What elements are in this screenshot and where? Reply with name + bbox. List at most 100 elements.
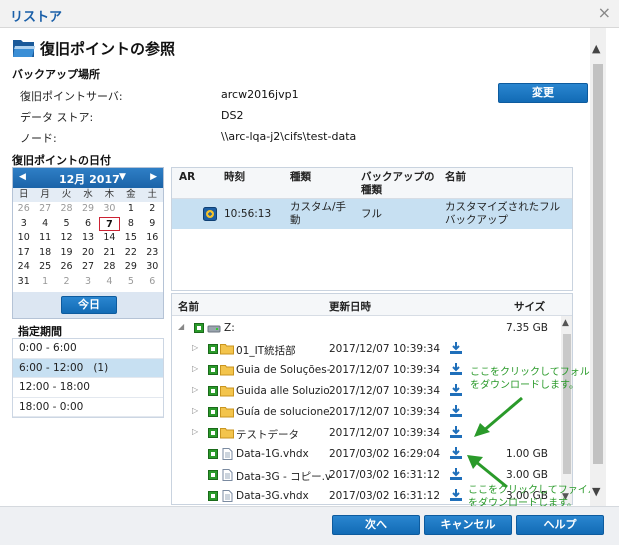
calendar-day[interactable]: 26 [13, 202, 34, 217]
row-checkbox[interactable] [208, 491, 218, 501]
calendar-day[interactable]: 31 [13, 275, 34, 290]
download-icon[interactable] [449, 404, 463, 418]
tree-row[interactable]: ▷ 01_IT統括部 2017/12/07 10:39:34 [172, 339, 560, 360]
prev-month-icon[interactable]: ◀ [19, 172, 26, 182]
calendar-day[interactable]: 4 [34, 217, 55, 232]
weekday-label: 日 [18, 189, 29, 200]
calendar-day[interactable]: 4 [99, 275, 120, 290]
dialog-scroll-thumb[interactable] [593, 64, 603, 464]
calendar-day[interactable]: 6 [77, 217, 98, 232]
item-modified: 2017/03/02 16:31:12 [329, 469, 441, 481]
tree-scrollbar[interactable]: ▲ ▼ [561, 316, 572, 504]
download-icon[interactable] [449, 383, 463, 397]
scroll-up-icon[interactable]: ▲ [592, 42, 600, 55]
calendar-day[interactable]: 14 [99, 231, 120, 246]
calendar-day[interactable]: 22 [120, 246, 141, 261]
period-item[interactable]: 0:00 - 6:00 [13, 339, 163, 359]
root-checkbox[interactable] [194, 323, 204, 333]
calendar-day[interactable]: 1 [34, 275, 55, 290]
calendar-day[interactable]: 27 [34, 202, 55, 217]
download-icon[interactable] [449, 488, 463, 502]
scroll-up-icon[interactable]: ▲ [562, 318, 569, 328]
calendar-day[interactable]: 23 [142, 246, 163, 261]
calendar-day[interactable]: 5 [120, 275, 141, 290]
close-icon[interactable]: × [598, 3, 611, 22]
root-size: 7.35 GB [505, 322, 548, 334]
download-icon[interactable] [449, 446, 463, 460]
tree-scroll-thumb[interactable] [563, 334, 571, 474]
calendar-day[interactable]: 25 [34, 260, 55, 275]
calendar-day[interactable]: 9 [142, 217, 163, 232]
calendar-day[interactable]: 28 [56, 202, 77, 217]
calendar-day[interactable]: 26 [56, 260, 77, 275]
item-modified: 2017/12/07 10:39:34 [329, 343, 441, 355]
calendar-day[interactable]: 30 [142, 260, 163, 275]
expand-icon[interactable]: ▷ [192, 364, 198, 373]
row-checkbox[interactable] [208, 428, 218, 438]
calendar-day[interactable]: 18 [34, 246, 55, 261]
calendar-day[interactable]: 16 [142, 231, 163, 246]
calendar-day[interactable]: 3 [77, 275, 98, 290]
calendar-day[interactable]: 3 [13, 217, 34, 232]
download-icon[interactable] [449, 425, 463, 439]
cancel-button[interactable]: キャンセル [424, 515, 512, 535]
calendar-day[interactable]: 13 [77, 231, 98, 246]
calendar-day[interactable]: 8 [120, 217, 141, 232]
row-checkbox[interactable] [208, 470, 218, 480]
table-row[interactable]: 10:56:13 カスタム/手 動 フル カスタマイズされたフル バックアップ [172, 199, 572, 229]
row-checkbox[interactable] [208, 449, 218, 459]
item-name: Data-3G - コピー.v [236, 471, 330, 483]
folder-open-icon [13, 40, 35, 57]
calendar-month-label[interactable]: 12月 2017 [59, 171, 120, 187]
calendar-day[interactable]: 15 [120, 231, 141, 246]
today-button[interactable]: 今日 [61, 296, 117, 314]
node-value: \\arc-lqa-j2\cifs\test-data [221, 130, 357, 143]
tree-root-row[interactable]: ◢ Z: 7.35 GB [172, 318, 560, 339]
calendar-day[interactable]: 11 [34, 231, 55, 246]
expand-icon[interactable]: ▷ [192, 343, 198, 352]
calendar-day[interactable]: 2 [56, 275, 77, 290]
calendar-day[interactable]: 12 [56, 231, 77, 246]
expand-icon[interactable]: ▷ [192, 406, 198, 415]
calendar-day[interactable]: 28 [99, 260, 120, 275]
window-title: リストア [10, 10, 63, 25]
dialog-scrollbar[interactable]: ▲ ▼ [590, 28, 606, 506]
calendar-day[interactable]: 29 [77, 202, 98, 217]
row-checkbox[interactable] [208, 407, 218, 417]
calendar-day[interactable]: 10 [13, 231, 34, 246]
calendar-day[interactable]: 1 [120, 202, 141, 217]
expand-icon[interactable]: ▷ [192, 427, 198, 436]
period-item[interactable]: 12:00 - 18:00 [13, 378, 163, 398]
calendar-day[interactable]: 20 [77, 246, 98, 261]
next-month-icon[interactable]: ▶ [150, 172, 157, 182]
help-button[interactable]: ヘルプ [516, 515, 604, 535]
calendar-day[interactable]: 30 [99, 202, 120, 217]
calendar-day[interactable]: 27 [77, 260, 98, 275]
row-checkbox[interactable] [208, 344, 218, 354]
collapse-icon[interactable]: ◢ [178, 322, 184, 331]
calendar-day[interactable]: 19 [56, 246, 77, 261]
next-button[interactable]: 次へ [332, 515, 420, 535]
datastore-value: DS2 [221, 109, 244, 122]
period-item[interactable]: 6:00 - 12:00 (1) [13, 358, 163, 378]
row-checkbox[interactable] [208, 365, 218, 375]
download-icon[interactable] [449, 362, 463, 376]
calendar-day[interactable]: 5 [56, 217, 77, 232]
change-button[interactable]: 変更 [498, 83, 588, 103]
calendar-day[interactable]: 21 [99, 246, 120, 261]
calendar-day-selected[interactable]: 7 [98, 216, 121, 231]
scroll-down-icon[interactable]: ▼ [592, 485, 600, 498]
expand-icon[interactable]: ▷ [192, 385, 198, 394]
chevron-down-icon[interactable]: ▼ [119, 172, 126, 182]
calendar-day[interactable]: 24 [13, 260, 34, 275]
calendar-day[interactable]: 2 [142, 202, 163, 217]
calendar-day[interactable]: 6 [142, 275, 163, 290]
title-bar: リストア × [0, 0, 619, 28]
download-icon[interactable] [449, 467, 463, 481]
calendar-day[interactable]: 29 [120, 260, 141, 275]
rp-name: カスタマイズされたフル バックアップ [445, 201, 561, 226]
row-checkbox[interactable] [208, 386, 218, 396]
download-icon[interactable] [449, 341, 463, 355]
calendar-day[interactable]: 17 [13, 246, 34, 261]
period-item[interactable]: 18:00 - 0:00 [13, 398, 163, 417]
